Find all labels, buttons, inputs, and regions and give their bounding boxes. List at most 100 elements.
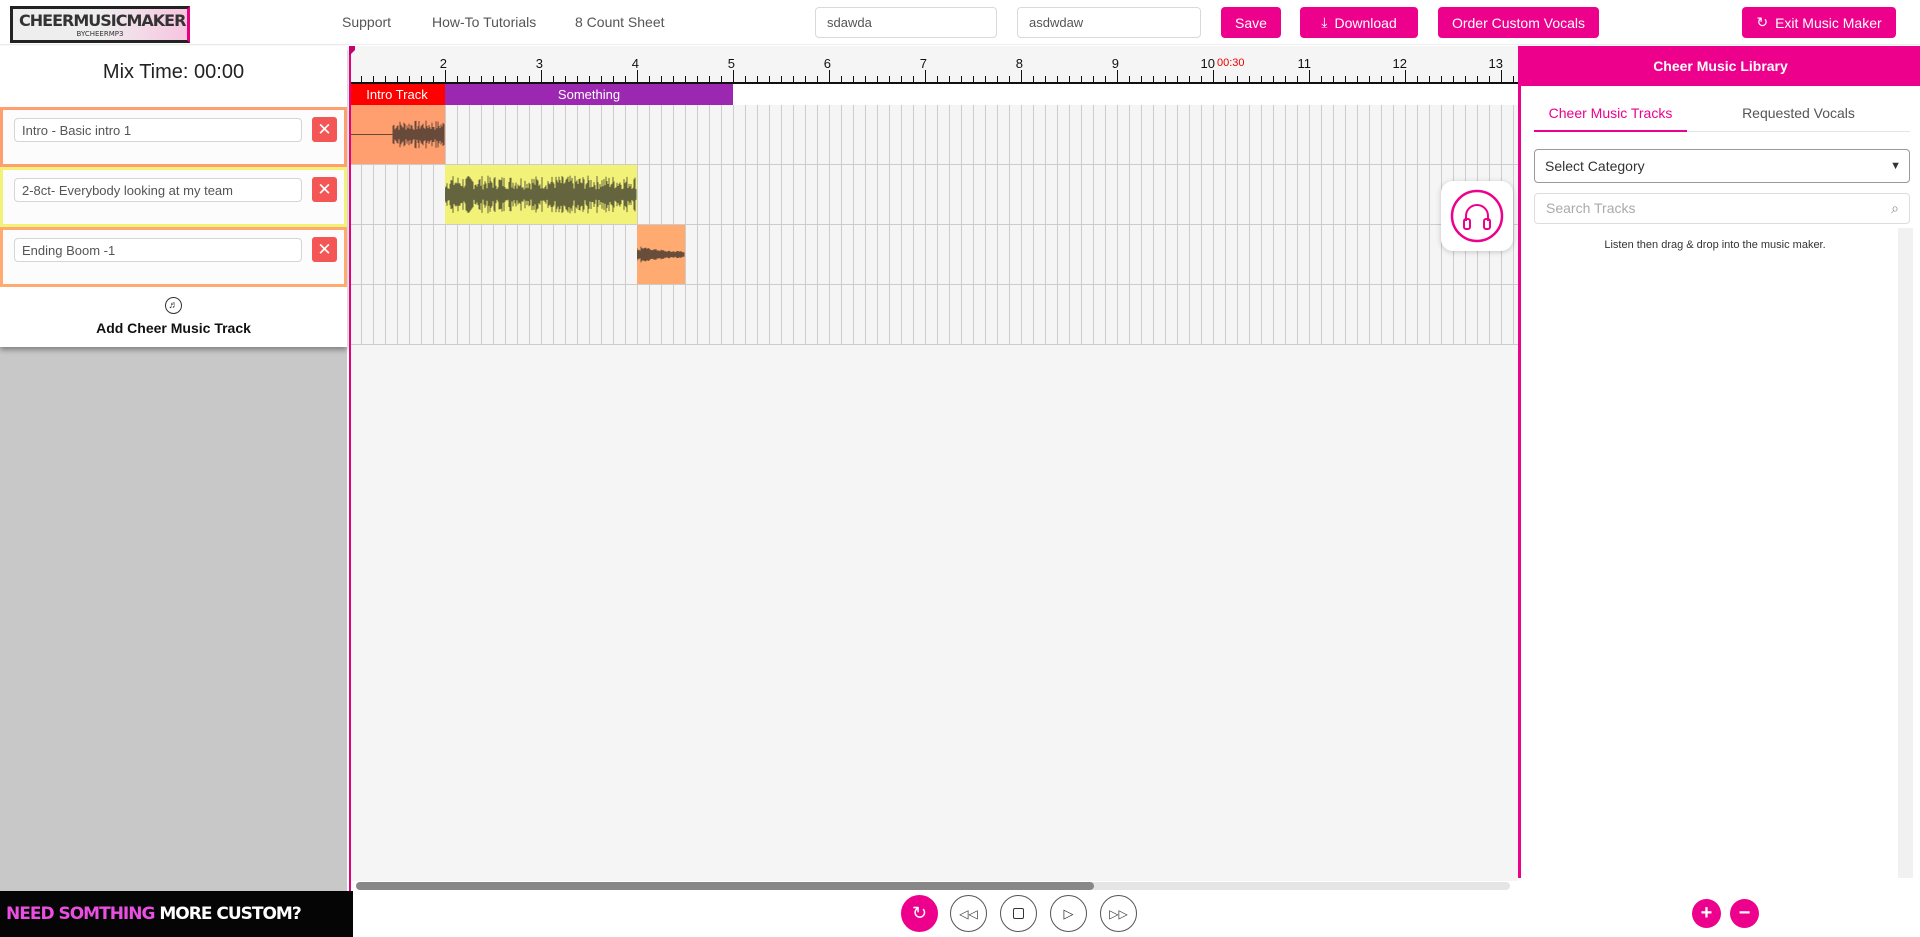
time-marker: 00:30 bbox=[1217, 57, 1245, 69]
ruler-tick bbox=[637, 70, 638, 82]
tab-cheer-music-tracks[interactable]: Cheer Music Tracks bbox=[1534, 98, 1687, 132]
library-scrollbar[interactable] bbox=[1898, 228, 1913, 878]
stop-icon bbox=[1013, 908, 1024, 919]
ruler-tick bbox=[589, 76, 590, 82]
waveform bbox=[636, 246, 685, 263]
ruler-tick bbox=[889, 76, 890, 82]
order-custom-vocals-button[interactable]: Order Custom Vocals bbox=[1438, 7, 1599, 38]
tab-requested-vocals[interactable]: Requested Vocals bbox=[1687, 98, 1910, 132]
team-name-input[interactable] bbox=[815, 7, 997, 38]
chevron-down-icon: ▼ bbox=[1890, 160, 1901, 172]
listen-button[interactable] bbox=[1441, 181, 1513, 251]
category-select[interactable]: Select Category ▼ bbox=[1534, 149, 1910, 183]
remove-track-button[interactable]: ✕ bbox=[312, 177, 337, 202]
ruler-label: 9 bbox=[1111, 56, 1119, 71]
ruler-label: 11 bbox=[1297, 56, 1312, 71]
ruler-tick bbox=[1333, 76, 1334, 82]
ruler-tick bbox=[673, 76, 674, 82]
ruler-tick bbox=[613, 76, 614, 82]
track-name-input[interactable] bbox=[14, 238, 302, 262]
ruler-tick bbox=[1141, 76, 1142, 82]
ruler-tick bbox=[553, 76, 554, 82]
rewind-icon: ◁◁ bbox=[959, 906, 978, 921]
timeline-track-row[interactable] bbox=[349, 225, 1518, 285]
ruler-tick bbox=[1369, 76, 1370, 82]
nav-support[interactable]: Support bbox=[342, 14, 391, 30]
nav-8-count-sheet[interactable]: 8 Count Sheet bbox=[575, 14, 665, 30]
ruler-tick bbox=[1321, 76, 1322, 82]
playhead[interactable] bbox=[349, 46, 351, 891]
timeline-track-row[interactable] bbox=[349, 105, 1518, 165]
ruler-tick bbox=[361, 76, 362, 82]
ruler-tick bbox=[541, 70, 542, 82]
timeline-track-row[interactable] bbox=[349, 285, 1518, 345]
track-name-input[interactable] bbox=[14, 178, 302, 202]
download-button[interactable]: ⤓ Download bbox=[1300, 7, 1418, 38]
ruler-tick bbox=[1393, 76, 1394, 82]
track-name-input[interactable] bbox=[14, 118, 302, 142]
custom-promo-banner[interactable]: NEED SOMTHING MORE CUSTOM? bbox=[0, 891, 353, 937]
loop-button[interactable]: ↻ bbox=[901, 895, 938, 932]
ruler-tick bbox=[1513, 76, 1514, 82]
timeline[interactable]: 2 3 4 5 6 7 8 9 10 11 12 13 00:30 Intro Track Somethi… bbox=[349, 46, 1518, 881]
ruler-tick bbox=[1249, 76, 1250, 82]
zoom-in-button[interactable]: + bbox=[1692, 899, 1721, 928]
save-button[interactable]: Save bbox=[1221, 7, 1281, 38]
ruler-tick bbox=[1153, 76, 1154, 82]
ruler-label: 12 bbox=[1392, 56, 1407, 71]
ruler-label: 3 bbox=[535, 56, 543, 71]
track-grid[interactable] bbox=[349, 105, 1518, 347]
remove-track-button[interactable]: ✕ bbox=[312, 237, 337, 262]
ruler-tick bbox=[385, 76, 386, 82]
zoom-out-button[interactable]: − bbox=[1730, 899, 1759, 928]
audio-clip[interactable] bbox=[444, 165, 637, 224]
add-track-button[interactable]: ♬ Add Cheer Music Track bbox=[0, 295, 347, 345]
rewind-button[interactable]: ◁◁ bbox=[950, 895, 987, 932]
exit-icon: ↻ bbox=[1756, 14, 1769, 30]
exit-music-maker-button[interactable]: ↻ Exit Music Maker bbox=[1742, 7, 1896, 38]
ruler-tick bbox=[1165, 76, 1166, 82]
logo[interactable]: CHEERMUSICMAKER BYCHEERMP3 bbox=[10, 6, 190, 43]
ruler-tick bbox=[997, 76, 998, 82]
stop-button[interactable] bbox=[1000, 895, 1037, 932]
ruler-tick bbox=[1225, 76, 1226, 82]
library-hint: Listen then drag & drop into the music m… bbox=[1604, 239, 1826, 251]
ruler-tick bbox=[601, 76, 602, 82]
ruler-tick bbox=[1477, 76, 1478, 82]
top-bar: CHEERMUSICMAKER BYCHEERMP3 Support How-To… bbox=[0, 0, 1920, 45]
mix-name-input[interactable] bbox=[1017, 7, 1201, 38]
play-button[interactable]: ▷ bbox=[1050, 895, 1087, 932]
ruler-tick bbox=[1009, 76, 1010, 82]
scrollbar-thumb[interactable] bbox=[356, 882, 1094, 890]
ruler-tick bbox=[745, 76, 746, 82]
ruler-tick bbox=[1489, 76, 1490, 82]
ruler-tick bbox=[973, 76, 974, 82]
ruler-tick bbox=[433, 76, 434, 82]
time-ruler[interactable]: 2 3 4 5 6 7 8 9 10 11 12 13 00:30 bbox=[349, 46, 1518, 84]
ruler-tick bbox=[493, 76, 494, 82]
audio-clip[interactable] bbox=[349, 105, 445, 164]
ruler-tick bbox=[901, 76, 902, 82]
ruler-tick bbox=[781, 76, 782, 82]
ruler-tick bbox=[805, 76, 806, 82]
nav-how-to-tutorials[interactable]: How-To Tutorials bbox=[432, 14, 536, 30]
timeline-scrollbar[interactable] bbox=[356, 882, 1510, 890]
ruler-tick bbox=[1105, 76, 1106, 82]
ruler-tick bbox=[1093, 76, 1094, 82]
ruler-tick bbox=[1405, 70, 1406, 82]
ruler-tick bbox=[961, 76, 962, 82]
audio-clip[interactable] bbox=[636, 225, 685, 284]
fast-forward-button[interactable]: ▷▷ bbox=[1100, 895, 1137, 932]
music-note-icon: ♬ bbox=[165, 297, 182, 314]
ruler-tick bbox=[1465, 76, 1466, 82]
ruler-tick bbox=[721, 76, 722, 82]
ruler-label: 2 bbox=[439, 56, 447, 71]
waveform bbox=[349, 120, 445, 149]
track-row: ✕ bbox=[0, 167, 347, 227]
ruler-tick bbox=[421, 76, 422, 82]
section-label[interactable]: Intro Track bbox=[349, 84, 445, 105]
search-tracks-input[interactable]: Search Tracks ⌕ bbox=[1534, 193, 1910, 224]
remove-track-button[interactable]: ✕ bbox=[312, 117, 337, 142]
track-list-card: Mix Time: 00:00 ✕ ✕ ✕ ♬ Add Cheer Music … bbox=[0, 46, 347, 347]
section-label[interactable]: Something bbox=[445, 84, 733, 105]
